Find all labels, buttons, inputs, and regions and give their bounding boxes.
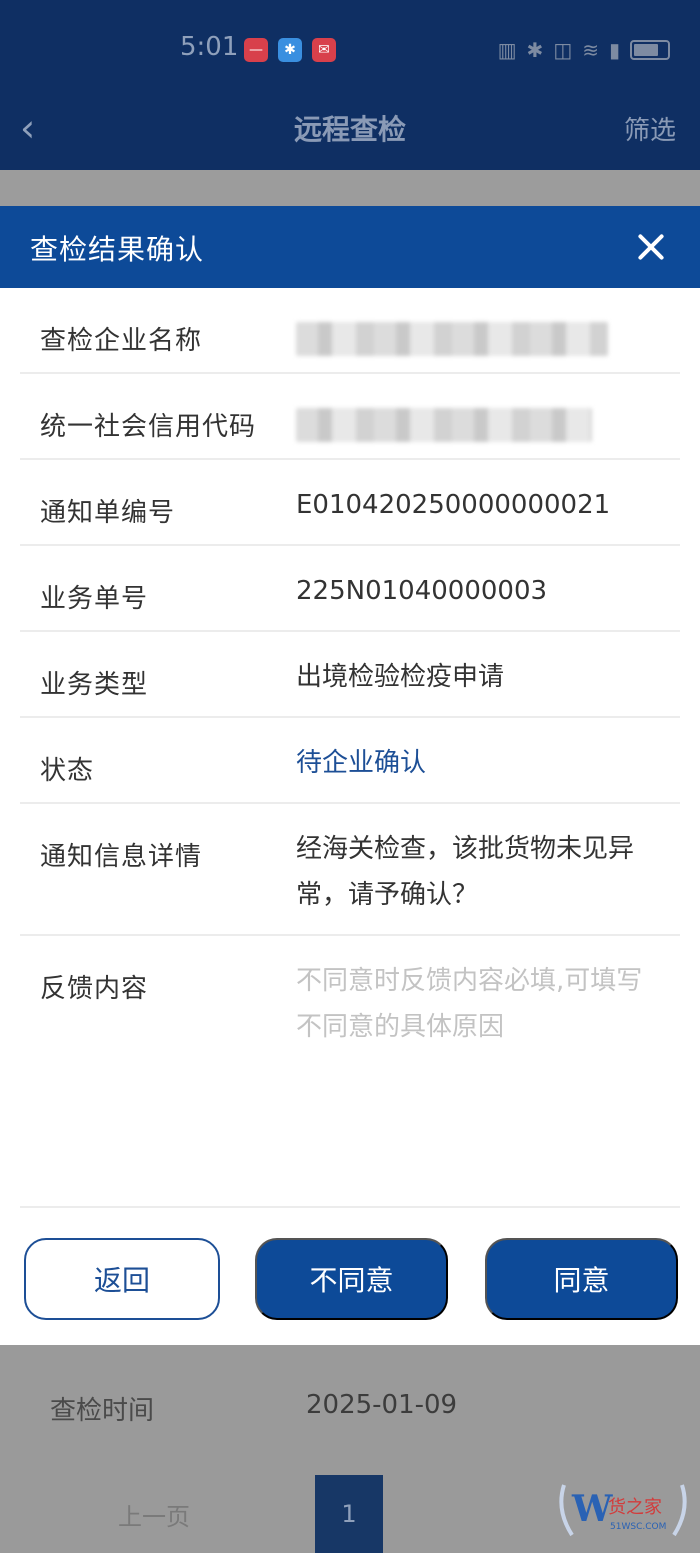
agree-button[interactable]: 同意 (485, 1238, 678, 1320)
wifi-icon: ≋ (582, 38, 599, 62)
signal-icon: ▮ (608, 38, 620, 62)
message-icon: — (244, 38, 268, 62)
field-label: 状态 (40, 756, 95, 786)
system-icons: ▥ ✱ ◫ ≋ ▮ (498, 38, 670, 62)
dialog-header: 查检结果确认 (0, 206, 700, 288)
watermark-logo: W 货之家 51WSC.COM (559, 1484, 687, 1537)
field-notice-detail: 通知信息详情 经海关检查，该批货物未见异常，请予确认？ (20, 804, 680, 936)
feedback-input[interactable] (296, 958, 666, 1148)
disagree-button[interactable]: 不同意 (255, 1238, 448, 1320)
field-label: 通知单编号 (40, 498, 176, 528)
status-bar: 5:01 — ✱ ✉ ▥ ✱ ◫ ≋ ▮ (0, 0, 700, 100)
mail-icon: ✉ (312, 38, 336, 62)
field-credit-code: 统一社会信用代码 (20, 374, 680, 460)
back-button[interactable]: 返回 (24, 1238, 220, 1320)
detail-list: 查检企业名称 统一社会信用代码 通知单编号 E01042025000000002… (20, 288, 680, 1208)
svg-text:货之家: 货之家 (608, 1497, 662, 1518)
dimmed-overlay (0, 170, 700, 206)
bluetooth-status-icon: ✱ (526, 38, 544, 62)
field-value: 经海关检查，该批货物未见异常，请予确认？ (296, 834, 635, 910)
field-value: 225N01040000003 (296, 576, 548, 606)
page-title: 远程查检 (293, 113, 406, 146)
svg-text:51WSC.COM: 51WSC.COM (610, 1522, 666, 1532)
field-company-name: 查检企业名称 (20, 288, 680, 374)
bluetooth-icon: ✱ (278, 38, 302, 62)
field-label: 业务类型 (40, 670, 149, 700)
page-number-current[interactable]: 1 (315, 1475, 383, 1553)
dialog-title: 查检结果确认 (30, 233, 205, 266)
field-label: 业务单号 (40, 584, 149, 614)
app-header: 5:01 — ✱ ✉ ▥ ✱ ◫ ≋ ▮ ‹ 远程查检 筛选 (0, 0, 700, 170)
svg-text:W: W (571, 1488, 613, 1530)
field-feedback: 反馈内容 (20, 936, 680, 1208)
inspection-result-dialog: 查检结果确认 查检企业名称 统一社会信用代码 通知单编号 E0104202500… (0, 206, 700, 1345)
nfc-icon: ◫ (553, 38, 573, 62)
filter-button[interactable]: 筛选 (624, 110, 676, 147)
field-value: E010420250000000021 (296, 490, 611, 520)
redacted-value (296, 408, 592, 442)
notification-icons: — ✱ ✉ (244, 38, 336, 62)
inspection-time-value: 2025-01-09 (306, 1390, 458, 1420)
field-business-type: 业务类型 出境检验检疫申请 (20, 632, 680, 718)
battery-icon (630, 40, 670, 60)
field-notice-number: 通知单编号 E010420250000000021 (20, 460, 680, 546)
field-label: 通知信息详情 (40, 842, 203, 872)
close-icon[interactable] (632, 228, 670, 266)
inspection-time-label: 查检时间 (50, 1396, 155, 1426)
field-business-number: 业务单号 225N01040000003 (20, 546, 680, 632)
prev-page-button[interactable]: 上一页 (118, 1497, 190, 1532)
field-label: 查检企业名称 (40, 326, 203, 356)
redacted-value (296, 322, 608, 356)
field-label: 统一社会信用代码 (40, 412, 257, 442)
field-value: 出境检验检疫申请 (296, 662, 505, 692)
status-value: 待企业确认 (296, 748, 427, 778)
status-time: 5:01 (180, 32, 239, 62)
field-status: 状态 待企业确认 (20, 718, 680, 804)
vibrate-icon: ▥ (497, 38, 517, 62)
field-label: 反馈内容 (40, 974, 149, 1004)
